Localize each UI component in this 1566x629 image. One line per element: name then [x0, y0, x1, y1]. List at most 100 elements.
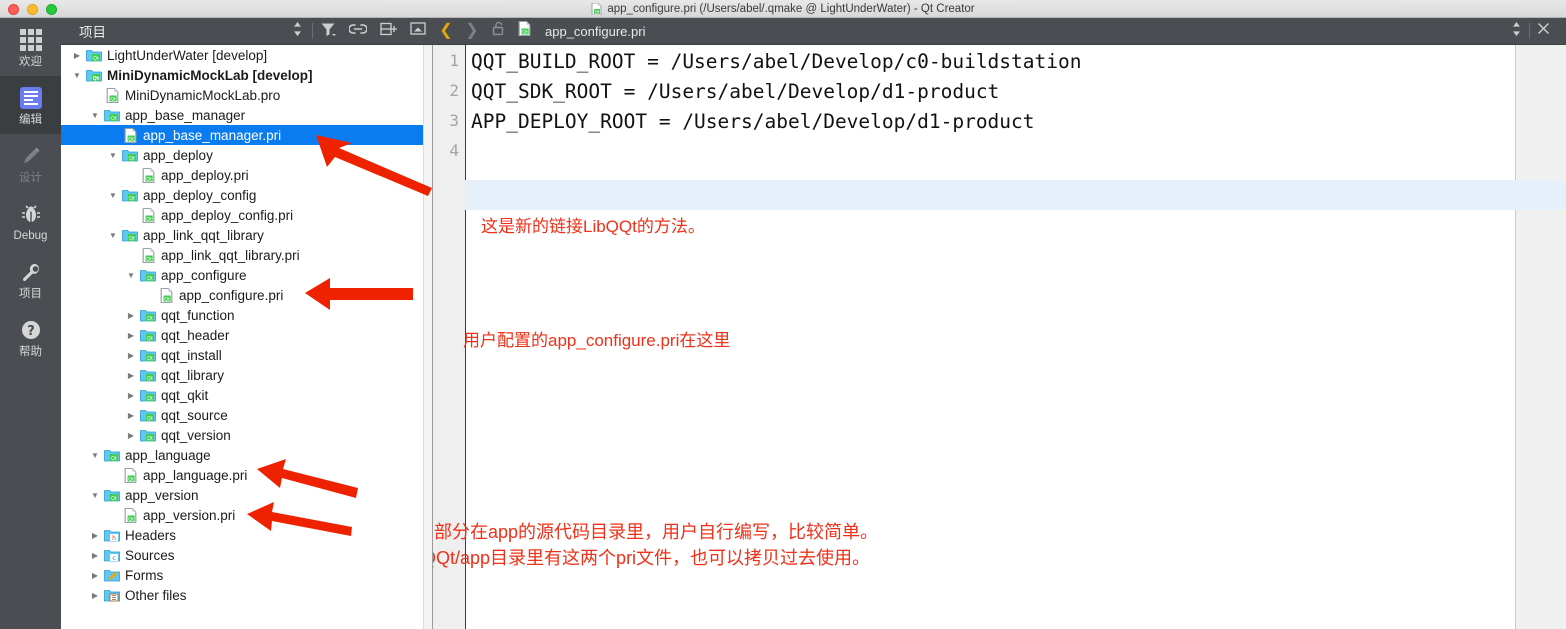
twisty-expanded-icon[interactable]: ▼ [69, 71, 85, 80]
tree-item-qqt_qkit[interactable]: ▶ Qt qqt_qkit [61, 385, 432, 405]
tree-item-qqt_function[interactable]: ▶ Qt qqt_function [61, 305, 432, 325]
twisty-collapsed-icon[interactable]: ▶ [123, 311, 139, 320]
svg-text:Qt: Qt [129, 236, 135, 242]
twisty-collapsed-icon[interactable]: ▶ [123, 371, 139, 380]
tree-item-qqt_source[interactable]: ▶ Qt qqt_source [61, 405, 432, 425]
line-number: 3 [449, 111, 459, 130]
line-number: 1 [449, 51, 459, 70]
mode-help[interactable]: ? 帮助 [0, 308, 61, 366]
tree-item-app_configure[interactable]: ▼ Qt app_configure [61, 265, 432, 285]
tree-item-minidynamicmocklab--develop-[interactable]: ▼ Qt MiniDynamicMockLab [develop] [61, 65, 432, 85]
tree-item-headers[interactable]: ▶ h Headers [61, 525, 432, 545]
project-tree[interactable]: ▶ Qt LightUnderWater [develop] ▼ Qt MiniDynam… [61, 45, 433, 629]
tree-item-app_language.pri[interactable]: Qt app_language.pri [61, 465, 432, 485]
qt-file-icon: Qt [157, 287, 175, 303]
svg-text:Qt: Qt [146, 176, 152, 182]
twisty-collapsed-icon[interactable]: ▶ [87, 551, 103, 560]
mode-debug[interactable]: Debug [0, 192, 61, 250]
twisty-expanded-icon[interactable]: ▼ [105, 151, 121, 160]
tree-item-lightunderwater--develop-[interactable]: ▶ Qt LightUnderWater [develop] [61, 45, 432, 65]
qt-file-icon: Qt [591, 3, 602, 15]
svg-text:Qt: Qt [595, 9, 600, 14]
code-line[interactable]: QQT_SDK_ROOT = /Users/abel/Develop/d1-pr… [471, 80, 999, 103]
tree-item-app_deploy_config.pri[interactable]: Qt app_deploy_config.pri [61, 205, 432, 225]
twisty-expanded-icon[interactable]: ▼ [123, 271, 139, 280]
tree-item-app_link_qqt_library[interactable]: ▼ Qt app_link_qqt_library [61, 225, 432, 245]
lock-document-button[interactable] [485, 18, 511, 45]
twisty-expanded-icon[interactable]: ▼ [105, 231, 121, 240]
edit-icon [19, 85, 42, 111]
code-line[interactable]: QQT_BUILD_ROOT = /Users/abel/Develop/c0-… [471, 50, 1081, 73]
qt-project-folder-icon: Qt [139, 388, 157, 402]
pencil-icon [20, 143, 42, 169]
mode-projects[interactable]: 项目 [0, 250, 61, 308]
twisty-expanded-icon[interactable]: ▼ [87, 451, 103, 460]
split-button[interactable] [373, 18, 403, 45]
mode-welcome-label: 欢迎 [19, 55, 42, 68]
twisty-collapsed-icon[interactable]: ▶ [87, 591, 103, 600]
tree-item-qqt_install[interactable]: ▶ Qt qqt_install [61, 345, 432, 365]
mode-welcome[interactable]: 欢迎 [0, 18, 61, 76]
link-with-editor-button[interactable] [343, 18, 373, 45]
tree-item-qqt_library[interactable]: ▶ Qt qqt_library [61, 365, 432, 385]
twisty-collapsed-icon[interactable]: ▶ [123, 411, 139, 420]
tree-item-app_version.pri[interactable]: Qt app_version.pri [61, 505, 432, 525]
twisty-collapsed-icon[interactable]: ▶ [123, 391, 139, 400]
tree-item-minidynamicmocklab.pro[interactable]: Qt MiniDynamicMockLab.pro [61, 85, 432, 105]
tree-item-sources[interactable]: ▶ c Sources [61, 545, 432, 565]
headers-folder-icon: h [103, 528, 121, 542]
qt-project-folder-icon: Qt [121, 188, 139, 202]
navigate-forward-button[interactable]: ❯ [459, 18, 485, 45]
tree-item-label: app_link_qqt_library.pri [161, 247, 300, 263]
svg-text:Qt: Qt [147, 376, 153, 382]
tree-item-app_configure.pri[interactable]: Qt app_configure.pri [61, 285, 432, 305]
tree-item-app_version[interactable]: ▼ Qt app_version [61, 485, 432, 505]
svg-text:Qt: Qt [164, 296, 170, 302]
annotation-copy-pri-note: LibQQt/app目录里有这两个pri文件，也可以拷贝过去使用。 [433, 548, 871, 568]
mode-design[interactable]: 设计 [0, 134, 61, 192]
twisty-collapsed-icon[interactable]: ▶ [87, 531, 103, 540]
twisty-collapsed-icon[interactable]: ▶ [69, 51, 85, 60]
tree-item-other-files[interactable]: ▶ Other files [61, 585, 432, 605]
twisty-collapsed-icon[interactable]: ▶ [87, 571, 103, 580]
tree-item-app_deploy_config[interactable]: ▼ Qt app_deploy_config [61, 185, 432, 205]
editor-open-filename[interactable]: app_configure.pri [545, 24, 645, 39]
sync-selector-button[interactable] [282, 18, 312, 45]
twisty-expanded-icon[interactable]: ▼ [87, 111, 103, 120]
twisty-collapsed-icon[interactable]: ▶ [123, 331, 139, 340]
qt-file-icon: Qt [103, 87, 121, 103]
twisty-placeholder [87, 91, 103, 100]
tree-item-app_deploy.pri[interactable]: Qt app_deploy.pri [61, 165, 432, 185]
code-editor[interactable]: 1 2 3 4 QQT_BUILD_ROOT = /Users/abel/Develo… [433, 45, 1566, 629]
tree-item-app_deploy[interactable]: ▼ Qt app_deploy [61, 145, 432, 165]
twisty-expanded-icon[interactable]: ▼ [87, 491, 103, 500]
svg-text:?: ? [27, 324, 35, 339]
close-x-icon [1537, 22, 1550, 40]
tree-item-app_base_manager.pri[interactable]: Qt app_base_manager.pri [61, 125, 432, 145]
mode-edit[interactable]: 编辑 [0, 76, 61, 134]
editor-document-selector-button[interactable] [1503, 18, 1529, 45]
code-line[interactable]: APP_DEPLOY_ROOT = /Users/abel/Develop/d1… [471, 110, 1035, 133]
tree-item-forms[interactable]: ▶ Forms [61, 565, 432, 585]
svg-text:h: h [112, 535, 116, 542]
twisty-placeholder [105, 471, 121, 480]
tree-item-app_base_manager[interactable]: ▼ Qt app_base_manager [61, 105, 432, 125]
qt-project-folder-icon: Qt [139, 428, 157, 442]
twisty-collapsed-icon[interactable]: ▶ [123, 351, 139, 360]
tree-item-app_language[interactable]: ▼ Qt app_language [61, 445, 432, 465]
twisty-expanded-icon[interactable]: ▼ [105, 191, 121, 200]
close-document-button[interactable] [1530, 18, 1556, 45]
qt-project-folder-icon: Qt [139, 408, 157, 422]
twisty-placeholder [105, 131, 121, 140]
mode-selector-bar: 欢迎 编辑 设计 Debug 项目 ? 帮助 [0, 18, 61, 629]
filter-button[interactable] [313, 18, 343, 45]
twisty-collapsed-icon[interactable]: ▶ [123, 431, 139, 440]
navigate-back-button[interactable]: ❮ [433, 18, 459, 45]
tree-item-app_link_qqt_library.pri[interactable]: Qt app_link_qqt_library.pri [61, 245, 432, 265]
minimize-pane-button[interactable] [403, 18, 433, 45]
svg-text:Qt: Qt [93, 56, 99, 62]
tree-item-label: app_language.pri [143, 467, 248, 483]
project-tree-scrollbar[interactable] [423, 45, 432, 629]
tree-item-qqt_version[interactable]: ▶ Qt qqt_version [61, 425, 432, 445]
tree-item-qqt_header[interactable]: ▶ Qt qqt_header [61, 325, 432, 345]
